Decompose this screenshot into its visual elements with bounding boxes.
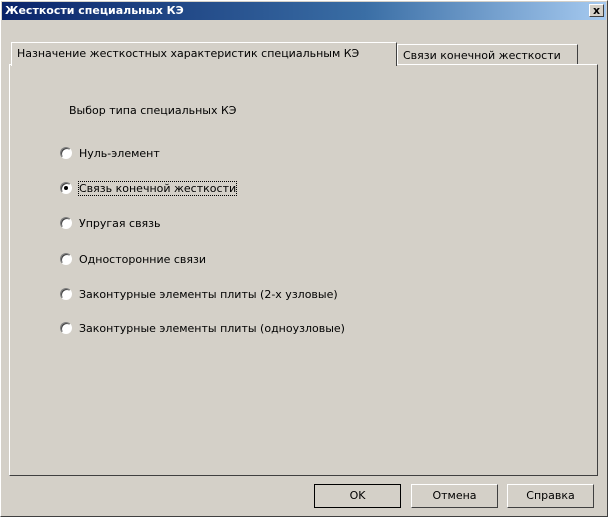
tab-assignment[interactable]: Назначение жесткостных характеристик спе…: [11, 42, 397, 66]
radio-elastic-link-label: Упругая связь: [79, 216, 161, 230]
group-label: Выбор типа специальных КЭ: [69, 104, 237, 117]
radio-contour-one-node-label: Законтурные элементы плиты (одноузловые): [79, 321, 345, 335]
radio-null-element-circle[interactable]: [60, 147, 72, 159]
radio-one-sided-links-label: Односторонние связи: [79, 252, 207, 266]
radio-one-sided-links[interactable]: Односторонние связи: [60, 251, 206, 267]
radio-null-element-label: Нуль-элемент: [79, 146, 160, 160]
close-button[interactable]: x: [589, 4, 604, 17]
tab-finite-stiffness[interactable]: Связи конечной жесткости: [397, 44, 578, 66]
radio-elastic-link-circle[interactable]: [60, 217, 72, 229]
window-title: Жесткости специальных КЭ: [5, 4, 184, 17]
radio-null-element[interactable]: Нуль-элемент: [60, 145, 160, 161]
cancel-button[interactable]: Отмена: [411, 484, 498, 508]
ok-button[interactable]: OK: [314, 484, 401, 508]
radio-contour-two-node-circle[interactable]: [60, 288, 72, 300]
radio-contour-two-node-label: Законтурные элементы плиты (2-х узловые): [79, 287, 338, 301]
radio-contour-one-node[interactable]: Законтурные элементы плиты (одноузловые): [60, 320, 345, 336]
radio-one-sided-links-circle[interactable]: [60, 253, 72, 265]
tab-finite-stiffness-label: Связи конечной жесткости: [403, 49, 561, 62]
tab-panel: [9, 64, 598, 476]
tab-assignment-label: Назначение жесткостных характеристик спе…: [17, 47, 360, 60]
radio-contour-two-node[interactable]: Законтурные элементы плиты (2-х узловые): [60, 286, 338, 302]
radio-finite-stiffness-label: Связь конечной жесткости: [77, 180, 238, 196]
radio-contour-one-node-circle[interactable]: [60, 322, 72, 334]
help-button[interactable]: Справка: [507, 484, 594, 508]
radio-finite-stiffness-circle[interactable]: [60, 182, 72, 194]
title-bar[interactable]: Жесткости специальных КЭ x: [2, 2, 606, 20]
radio-finite-stiffness[interactable]: Связь конечной жесткости: [60, 180, 238, 196]
radio-elastic-link[interactable]: Упругая связь: [60, 215, 161, 231]
close-icon: x: [592, 4, 601, 17]
